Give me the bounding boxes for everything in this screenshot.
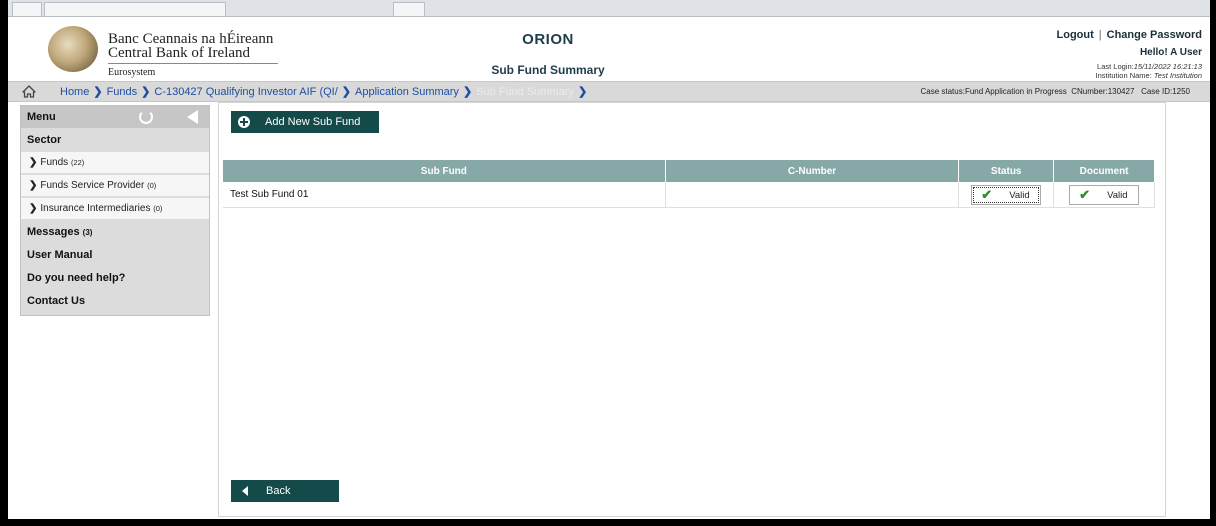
last-login-info: Last Login:15/11/2022 16:21:13: [1097, 62, 1202, 71]
check-icon: ✔: [981, 186, 993, 202]
chevron-right-icon: ❯: [141, 86, 151, 98]
chevron-right-icon: ❯: [341, 86, 351, 98]
breadcrumb-current: Sub Fund Summary: [476, 86, 574, 98]
sidebar-item-count: (22): [70, 158, 85, 167]
column-header-c-number[interactable]: C-Number: [665, 160, 960, 182]
institution-label: Institution Name:: [1095, 71, 1152, 80]
c-number-cell: [665, 182, 960, 208]
case-status: Case status:Fund Application in Progress: [920, 87, 1067, 96]
column-header-sub-fund[interactable]: Sub Fund: [223, 160, 666, 182]
sidebar-item-help[interactable]: Do you need help?: [21, 268, 209, 288]
breadcrumb-trail: Home ❯ Funds ❯ C-130427 Qualifying Investor …: [60, 85, 591, 98]
document-cell: ✔ Valid: [1053, 182, 1155, 208]
page-header: Banc Ceannais na hÉireann Central Bank o…: [8, 17, 1210, 81]
status-label: Valid: [1009, 189, 1030, 201]
central-bank-logo: [48, 26, 98, 72]
status-valid-button[interactable]: ✔ Valid: [971, 184, 1042, 205]
check-icon: ✔: [1079, 186, 1090, 202]
document-valid-button[interactable]: ✔ Valid: [1069, 184, 1140, 205]
add-new-sub-fund-button[interactable]: Add New Sub Fund: [231, 111, 379, 133]
add-icon: [238, 116, 250, 128]
app-window: Banc Ceannais na hÉireann Central Bank o…: [8, 0, 1210, 519]
header-divider: [108, 63, 278, 64]
last-login-value: 15/11/2022 16:21:13: [1133, 62, 1202, 71]
sidebar-item-messages[interactable]: Messages (3): [21, 222, 209, 242]
refresh-icon[interactable]: [139, 110, 153, 124]
browser-tab[interactable]: [393, 2, 425, 16]
sidebar-section-sector: Sector: [27, 134, 62, 146]
table-header-row: Sub Fund C-Number Status Document: [223, 160, 1155, 182]
sidebar-item-insurance-intermediaries[interactable]: ❯ Insurance Intermediaries (0): [21, 198, 209, 220]
back-arrow-icon: [242, 486, 248, 496]
sidebar-item-label: Funds Service Provider: [40, 180, 145, 191]
main-content: Add New Sub Fund Sub Fund C-Number Statu…: [218, 102, 1166, 517]
institution-info: Institution Name: Test Institution: [1096, 71, 1202, 80]
case-id: Case ID:1250: [1141, 87, 1190, 96]
messages-count: (3): [82, 228, 93, 237]
last-login-label: Last Login:: [1097, 62, 1134, 71]
chevron-right-icon: ❯: [462, 86, 473, 98]
logout-link[interactable]: Logout: [1057, 29, 1094, 41]
sidebar-item-label: Messages: [27, 226, 80, 238]
sidebar: Menu Sector ❯ Funds (22) ❯ Funds Service P…: [20, 105, 210, 316]
page-title: Sub Fund Summary: [491, 63, 605, 77]
add-button-label: Add New Sub Fund: [265, 116, 361, 128]
sidebar-item-user-manual[interactable]: User Manual: [21, 245, 209, 265]
breadcrumb-funds[interactable]: Funds: [107, 86, 138, 98]
browser-tab-strip: [8, 0, 1210, 17]
home-icon[interactable]: [22, 85, 36, 98]
sidebar-menu-header: Menu: [21, 106, 209, 128]
sidebar-item-count: (0): [147, 181, 157, 190]
browser-tab[interactable]: [12, 2, 42, 16]
collapse-icon[interactable]: [187, 110, 198, 124]
eurosystem-label: Eurosystem: [108, 67, 156, 78]
browser-tab[interactable]: [44, 2, 226, 16]
breadcrumb: Home ❯ Funds ❯ C-130427 Qualifying Investor …: [8, 81, 1210, 102]
table-row: Test Sub Fund 01 ✔ Valid ✔ Valid: [223, 182, 1155, 208]
chevron-right-icon: ❯: [577, 86, 588, 98]
chevron-right-icon: ❯: [29, 203, 38, 214]
chevron-right-icon: ❯: [29, 180, 38, 191]
back-button-label: Back: [266, 485, 291, 497]
link-separator: |: [1098, 29, 1102, 41]
app-title: ORION: [522, 31, 574, 48]
menu-label: Menu: [27, 111, 56, 123]
change-password-link[interactable]: Change Password: [1107, 29, 1202, 41]
column-header-document[interactable]: Document: [1053, 160, 1155, 182]
sidebar-item-count: (0): [153, 204, 163, 213]
breadcrumb-application-summary[interactable]: Application Summary: [355, 86, 459, 98]
document-label: Valid: [1107, 189, 1128, 201]
sidebar-item-funds[interactable]: ❯ Funds (22): [21, 152, 209, 174]
chevron-right-icon: ❯: [93, 86, 103, 98]
institution-value: Test Institution: [1153, 71, 1202, 80]
breadcrumb-home[interactable]: Home: [60, 86, 89, 98]
sidebar-item-funds-service-provider[interactable]: ❯ Funds Service Provider (0): [21, 175, 209, 197]
case-cnumber: CNumber:130427: [1071, 87, 1135, 96]
sub-fund-name-cell[interactable]: Test Sub Fund 01: [223, 182, 666, 208]
sidebar-item-label: Insurance Intermediaries: [40, 203, 151, 214]
back-button[interactable]: Back: [231, 480, 339, 502]
case-status-info: Case status:Fund Application in Progress…: [920, 87, 1190, 96]
sidebar-item-contact-us[interactable]: Contact Us: [21, 291, 209, 311]
account-links: Logout | Change Password: [1057, 29, 1202, 41]
breadcrumb-fund[interactable]: C-130427 Qualifying Investor AIF (QI/: [154, 86, 337, 98]
user-greeting: Hello! A User: [1139, 47, 1202, 58]
sidebar-item-label: Funds: [40, 157, 69, 168]
sub-fund-table: Sub Fund C-Number Status Document Test S…: [223, 160, 1155, 208]
status-cell: ✔ Valid: [958, 182, 1055, 208]
chevron-right-icon: ❯: [29, 157, 38, 168]
column-header-status[interactable]: Status: [958, 160, 1055, 182]
bank-name-english: Central Bank of Ireland: [108, 45, 251, 61]
